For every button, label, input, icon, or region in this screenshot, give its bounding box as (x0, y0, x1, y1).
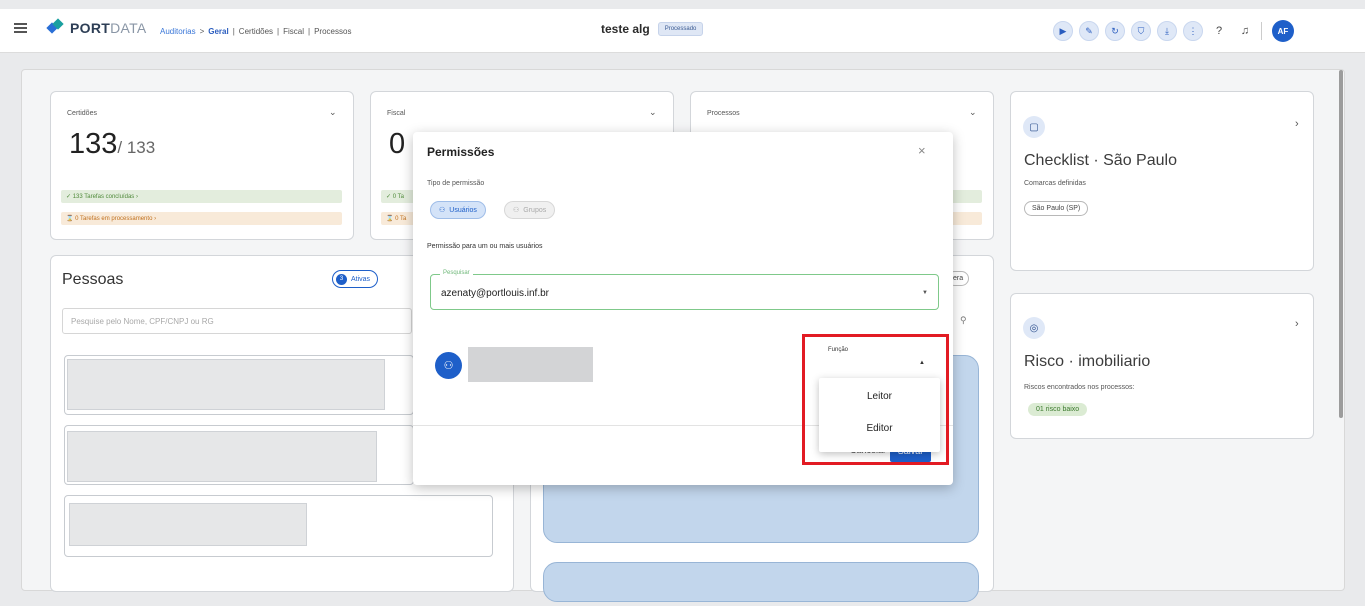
shield-icon[interactable]: ⛉ (1131, 21, 1151, 41)
edit-icon[interactable]: ✎ (1079, 21, 1099, 41)
segment-users[interactable]: ⚇ Usuários (430, 201, 486, 219)
redacted-name (69, 503, 307, 546)
fiscal-count: 0 (389, 128, 406, 160)
toolbar-divider (1261, 22, 1262, 40)
toolbar: ▶ ✎ ↻ ⛉ ⤓ ⋮ ? ♫ AF (1053, 20, 1294, 42)
groups-icon: ⚇ (513, 207, 520, 214)
breadcrumb-divider: | (277, 27, 280, 36)
logo[interactable]: PORTDATA (46, 19, 147, 37)
search-field-label: Pesquisar (440, 270, 473, 276)
chevron-right-icon[interactable]: › (1295, 118, 1299, 130)
menu-icon[interactable] (14, 23, 27, 33)
breadcrumb-certidoes[interactable]: Certidões (239, 27, 273, 36)
bell-icon[interactable]: ♫ (1235, 21, 1255, 41)
chevron-down-icon[interactable]: ⌄ (969, 107, 977, 118)
checklist-card[interactable]: ▢ › Checklist · São Paulo Comarcas defin… (1010, 91, 1314, 271)
more-icon[interactable]: ⋮ (1183, 21, 1203, 41)
tasks-done[interactable]: ✓ 133 Tarefas concluídas › (61, 190, 342, 203)
close-icon[interactable]: × (918, 143, 926, 158)
tasks-processing[interactable]: ⌛ 0 Tarefas em processamento › (61, 212, 342, 225)
document-icon: ▢ (1023, 116, 1045, 138)
breadcrumb: Auditorias > Geral | Certidões | Fiscal … (160, 27, 351, 36)
risco-title: Risco · imobiliario (1024, 353, 1151, 370)
comarca-chip: São Paulo (SP) (1024, 201, 1089, 216)
chevron-down-icon[interactable]: ⌄ (649, 107, 657, 118)
alert-icon: ◎ (1023, 317, 1045, 339)
segment-users-label: Usuários (449, 206, 477, 214)
breadcrumb-geral[interactable]: Geral (208, 27, 228, 36)
user-search-field[interactable]: Pesquisar azenaty@portlouis.inf.br ▼ (430, 270, 939, 310)
risco-chip: 01 risco baixo (1028, 403, 1088, 416)
top-bar: PORTDATA Auditorias > Geral | Certidões … (0, 9, 1365, 53)
certidoes-total: / 133 (117, 138, 156, 157)
page-title: teste alg (601, 22, 650, 36)
ativas-count: 3 (336, 273, 347, 285)
scrollbar[interactable] (1339, 70, 1343, 418)
checklist-title: Checklist · São Paulo (1024, 152, 1177, 169)
ativas-filter[interactable]: 3 Ativas (332, 270, 379, 288)
dialog-title: Permissões (427, 145, 495, 159)
segment-groups[interactable]: ⚇ Grupos (504, 201, 556, 219)
segment-groups-label: Grupos (523, 206, 547, 214)
risco-card[interactable]: ◎ › Risco · imobiliario Riscos encontrad… (1010, 293, 1314, 439)
help-icon[interactable]: ? (1209, 21, 1229, 41)
breadcrumb-divider: | (232, 27, 235, 36)
checklist-subtitle: Comarcas definidas (1024, 180, 1086, 187)
search-icon[interactable]: ⚲ (960, 315, 967, 326)
pessoas-search-input[interactable]: Pesquise pelo Nome, CPF/CNPJ ou RG (62, 308, 412, 334)
logo-bold: PORT (70, 20, 111, 36)
users-icon: ⚇ (439, 207, 446, 214)
title-block: teste alg Processado (601, 22, 704, 36)
breadcrumb-divider: | (308, 27, 311, 36)
chevron-down-icon[interactable]: ⌄ (329, 107, 337, 118)
highlight-box (802, 334, 949, 465)
chevron-right-icon[interactable]: › (1295, 318, 1299, 330)
breadcrumb-processos[interactable]: Processos (314, 27, 351, 36)
refresh-icon[interactable]: ↻ (1105, 21, 1125, 41)
caret-down-icon[interactable]: ▼ (922, 290, 928, 296)
download-icon[interactable]: ⤓ (1157, 21, 1177, 41)
pessoas-title: Pessoas (62, 271, 124, 288)
user-group-icon: ⚇ (435, 352, 462, 379)
permission-type-label: Tipo de permissão (427, 180, 485, 187)
card-label: Processos (707, 110, 740, 117)
card-label: Fiscal (387, 110, 406, 117)
avatar[interactable]: AF (1272, 20, 1294, 42)
breadcrumb-auditorias[interactable]: Auditorias (160, 27, 196, 36)
breadcrumb-sep: > (199, 27, 205, 36)
process-card[interactable] (543, 562, 979, 602)
logo-mark-icon (46, 19, 64, 37)
breadcrumb-fiscal[interactable]: Fiscal (283, 27, 304, 36)
redacted-user-name (468, 347, 593, 382)
logo-light: DATA (110, 20, 147, 36)
card-label: Certidões (67, 110, 97, 117)
search-field-value[interactable]: azenaty@portlouis.inf.br (441, 288, 549, 299)
status-badge: Processado (657, 22, 704, 36)
redacted-name (67, 431, 377, 482)
ativas-label: Ativas (351, 275, 371, 283)
certidoes-count-value: 133 (69, 128, 118, 160)
certidoes-count: 133/ 133 (69, 128, 155, 161)
risco-subtitle: Riscos encontrados nos processos: (1024, 384, 1135, 391)
redacted-name (67, 359, 385, 410)
card-certidoes[interactable]: Certidões ⌄ 133/ 133 ✓ 133 Tarefas concl… (50, 91, 354, 240)
play-icon[interactable]: ▶ (1053, 21, 1073, 41)
permission-description: Permissão para um ou mais usuários (427, 243, 543, 250)
